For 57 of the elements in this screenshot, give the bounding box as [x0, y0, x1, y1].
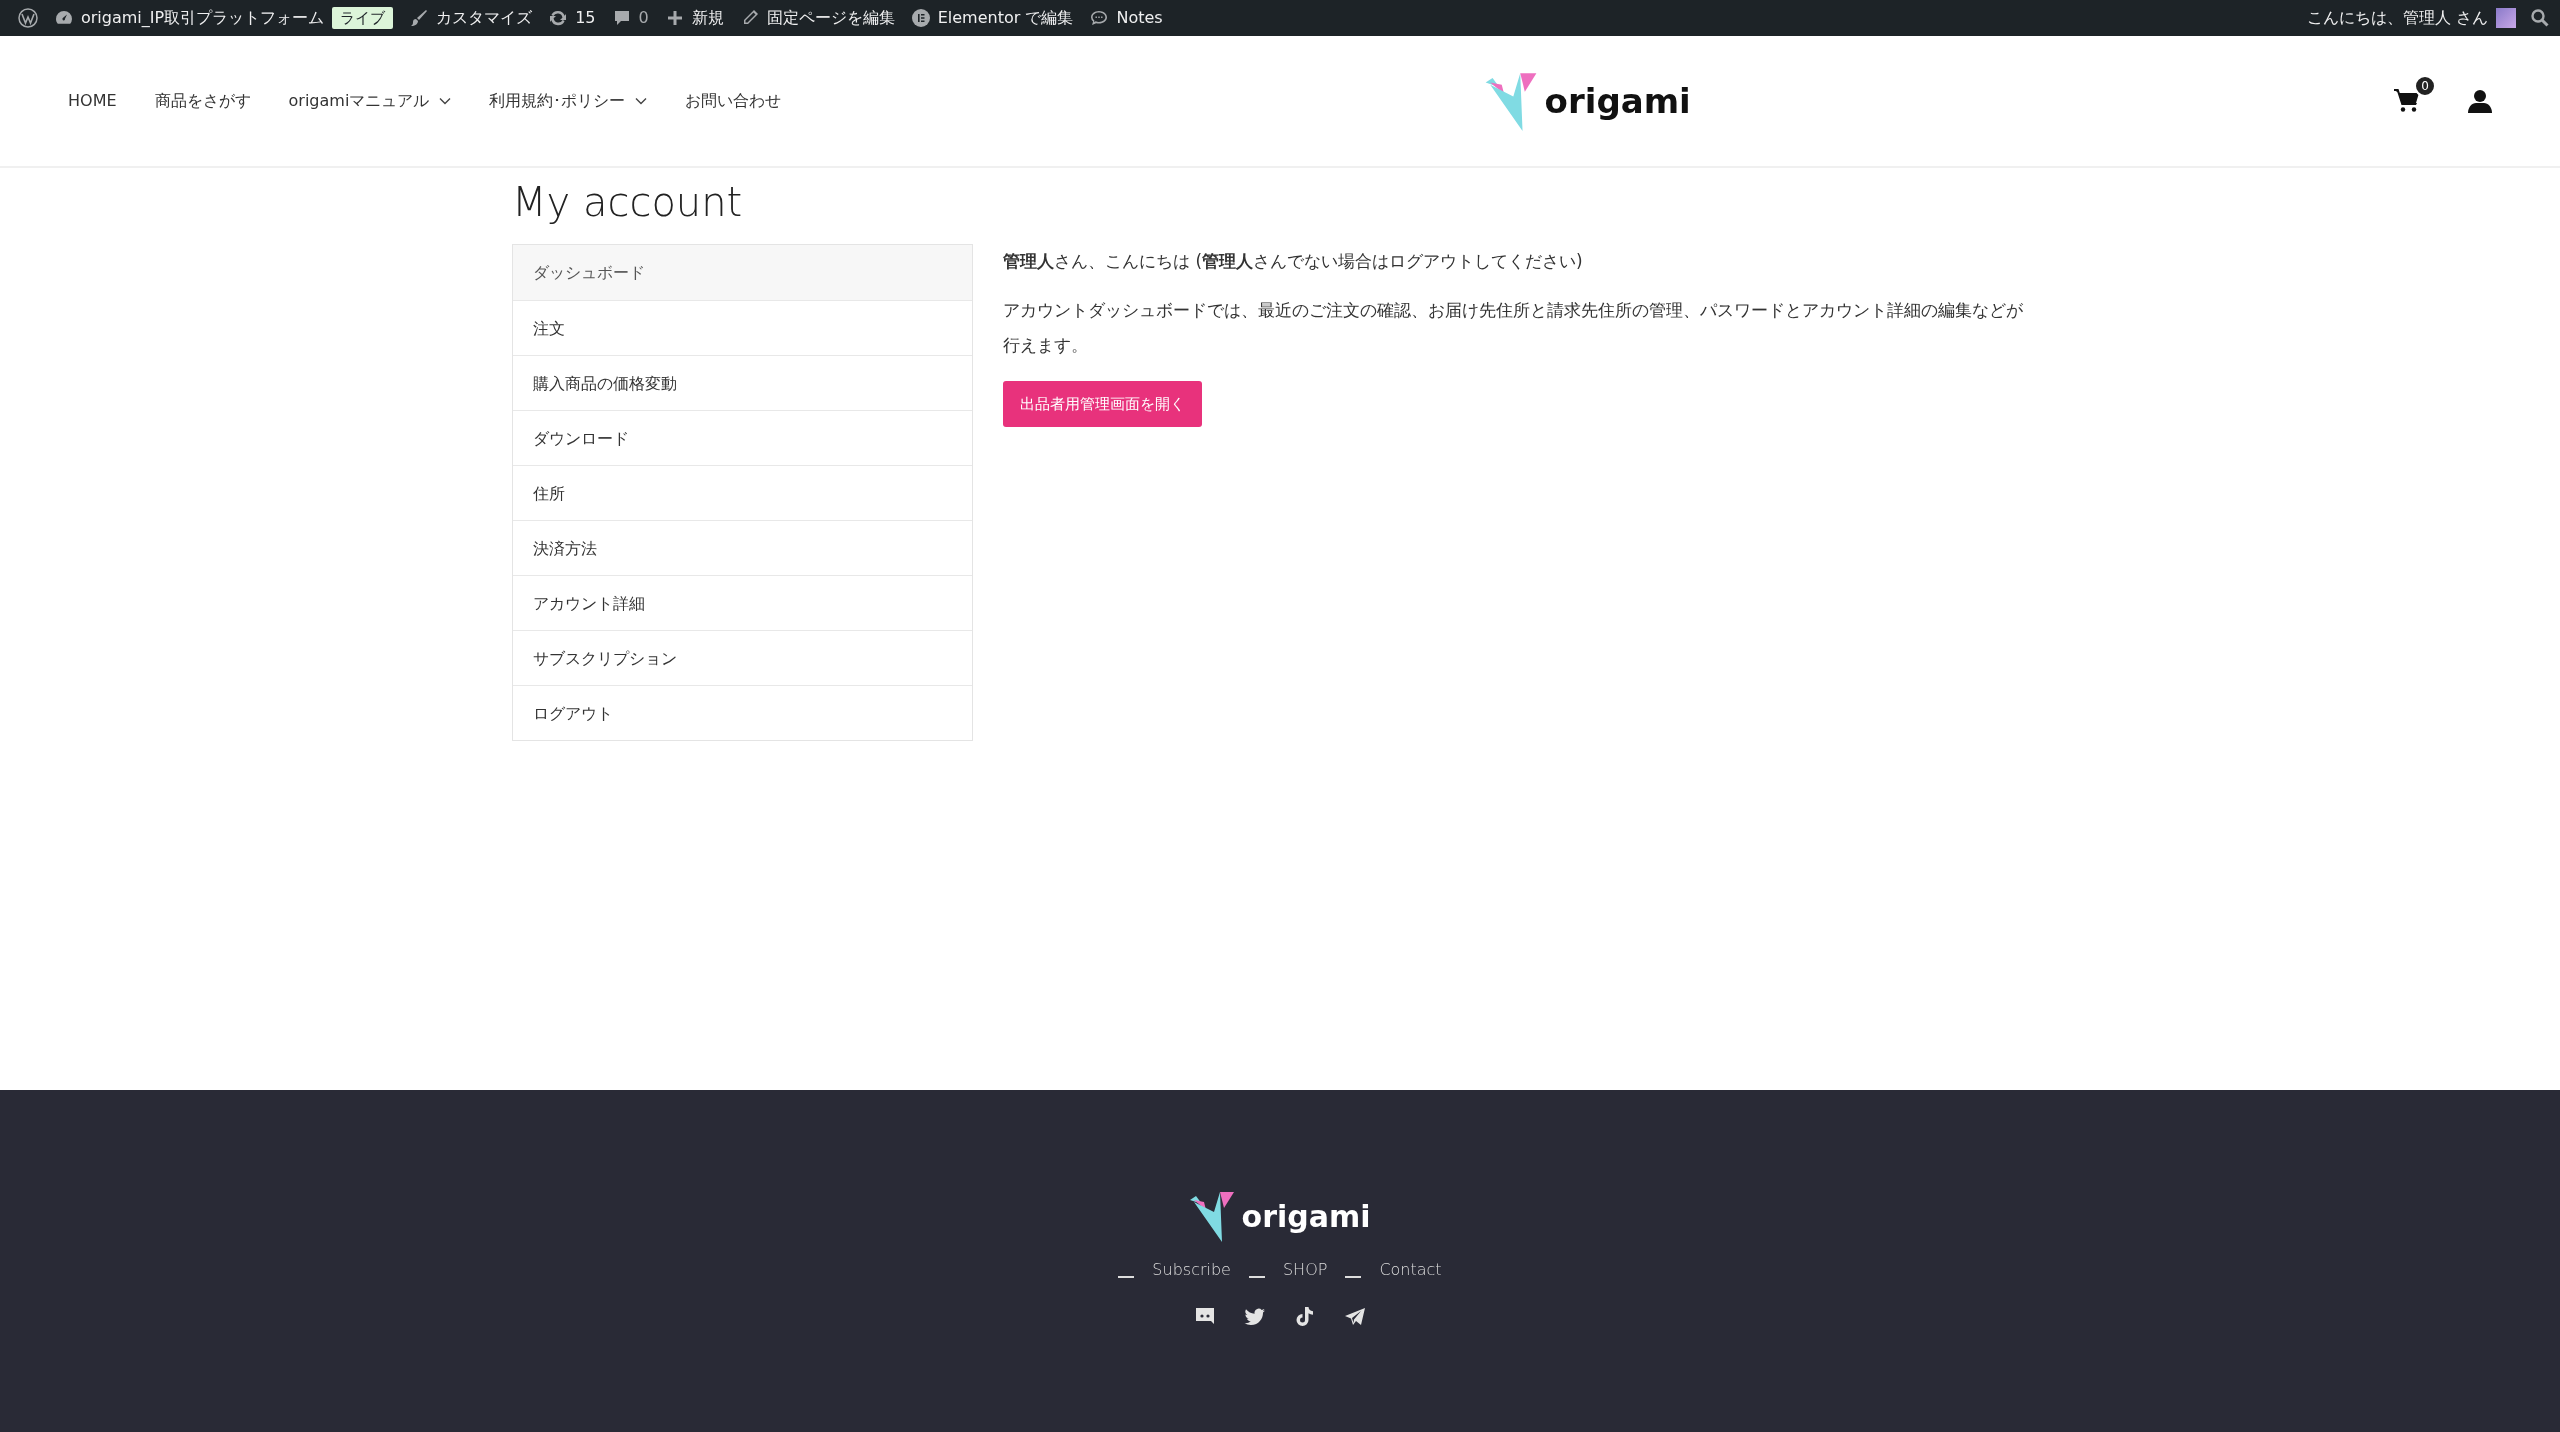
dash-marker	[1345, 1276, 1362, 1278]
admin-bar-link[interactable]: カスタマイズ	[401, 6, 541, 30]
dash-marker	[1248, 1276, 1265, 1278]
chevron-down-icon	[439, 97, 452, 105]
inline-link[interactable]: お届け先住所と請求先住所の管理	[1428, 299, 1683, 320]
dashboard-description: アカウントダッシュボードでは、最近のご注文の確認、お届け先住所と請求先住所の管理、パスワードとアカウント詳細の編集などが行えます。	[1003, 298, 2024, 357]
nav-link[interactable]: 商品をさがす	[154, 89, 251, 113]
inline-link[interactable]: ログアウト	[1389, 251, 1475, 271]
inline-link[interactable]: パスワードとアカウント詳細の編集	[1700, 299, 1972, 320]
chat-bubble-icon	[1089, 8, 1110, 28]
origami-crane-logo-icon	[1189, 1190, 1234, 1242]
user-icon[interactable]	[2468, 89, 2492, 113]
account-menu-item[interactable]: 注文	[513, 300, 972, 355]
admin-bar-link[interactable]: 新規	[656, 6, 732, 30]
admin-bar-link[interactable]: 固定ページを編集	[731, 6, 903, 30]
search-icon[interactable]	[2530, 8, 2550, 28]
footer-link[interactable]: SHOP	[1282, 1258, 1328, 1282]
logo-text: origami	[1544, 79, 1691, 123]
origami-crane-logo-icon	[1484, 71, 1537, 131]
account-menu-item[interactable]: ダウンロード	[513, 410, 972, 465]
nav-link[interactable]: お問い合わせ	[685, 89, 782, 113]
music-note-icon[interactable]	[1294, 1306, 1316, 1328]
account-menu-item[interactable]: 住所	[513, 465, 972, 520]
logo-text: origami	[1241, 1197, 1371, 1236]
chevron-down-icon	[635, 97, 648, 105]
live-badge: ライブ	[332, 6, 394, 30]
admin-bar-link[interactable]: 0	[603, 6, 657, 30]
admin-bar-link[interactable]: Notes	[1081, 6, 1171, 30]
cart-count-badge: 0	[2414, 75, 2436, 97]
dash-marker	[1118, 1276, 1135, 1278]
nav-link[interactable]: HOME	[68, 89, 117, 113]
account-greeting[interactable]: こんにちは、管理人 さん	[2298, 6, 2496, 30]
account-menu-item[interactable]: アカウント詳細	[513, 575, 972, 630]
vendor-dashboard-button[interactable]: 出品者用管理画面を開く	[1003, 380, 1202, 428]
nav-link[interactable]: 利用規約･ポリシー	[489, 89, 648, 113]
cart-icon[interactable]	[2394, 89, 2420, 113]
account-menu-item[interactable]: サブスクリプション	[513, 630, 972, 685]
admin-bar-link[interactable]: Elementor で編集	[902, 6, 1082, 30]
wordpress-logo-icon[interactable]	[18, 8, 38, 28]
page-title: My account	[512, 178, 744, 226]
greeting-text: 管理人さん、こんにちは (管理人さんでない場合は ログアウト してください)	[1003, 250, 1584, 273]
account-menu-item[interactable]: 決済方法	[513, 520, 972, 575]
admin-bar-link[interactable]: origami_IP取引プラットフォーム	[46, 6, 333, 30]
elementor-logo-icon	[910, 8, 931, 28]
brush-icon	[409, 8, 430, 28]
account-menu-item[interactable]: 購入商品の価格変動	[513, 355, 972, 410]
account-menu-item[interactable]: ログアウト	[513, 685, 972, 740]
refresh-icon	[548, 8, 569, 28]
nav-link[interactable]: origamiマニュアル	[288, 89, 452, 113]
twitter-bird-icon[interactable]	[1244, 1306, 1266, 1328]
paper-plane-icon[interactable]	[1344, 1306, 1366, 1328]
inline-link[interactable]: 最近のご注文	[1258, 299, 1360, 320]
footer-link[interactable]: Contact	[1379, 1258, 1442, 1282]
footer-link[interactable]: Subscribe	[1152, 1258, 1231, 1282]
avatar-placeholder	[2496, 8, 2516, 28]
admin-bar-link[interactable]: 15	[540, 6, 604, 30]
account-menu-item[interactable]: ダッシュボード	[513, 245, 972, 300]
